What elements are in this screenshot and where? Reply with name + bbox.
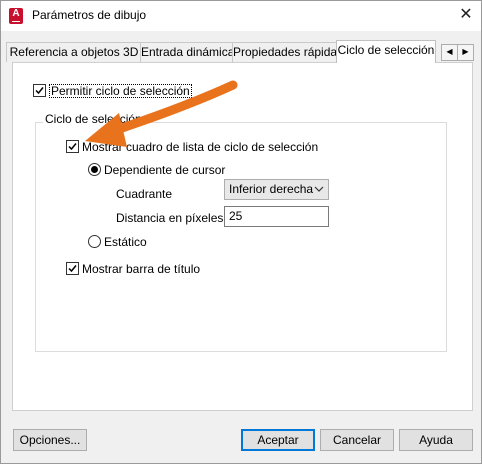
group-legend: Ciclo de selección xyxy=(43,112,144,126)
check-icon xyxy=(68,143,77,151)
cancel-button[interactable]: Cancelar xyxy=(320,429,394,451)
quadrant-value: Inferior derecha xyxy=(229,182,314,196)
check-icon xyxy=(35,87,44,95)
distance-value: 25 xyxy=(229,209,243,223)
tab-quick-properties[interactable]: Propiedades rápidas xyxy=(232,42,343,62)
show-list-box-label[interactable]: Mostrar cuadro de lista de ciclo de sele… xyxy=(82,140,318,154)
options-button[interactable]: Opciones... xyxy=(13,429,87,451)
show-title-bar-label[interactable]: Mostrar barra de título xyxy=(82,262,200,276)
window-title: Parámetros de dibujo xyxy=(32,8,147,22)
cursor-dependent-radio[interactable] xyxy=(88,163,101,176)
tab-scroll-left-button[interactable]: ◀ xyxy=(441,44,458,61)
check-icon xyxy=(68,265,77,273)
help-button[interactable]: Ayuda xyxy=(399,429,473,451)
tab-dynamic-input[interactable]: Entrada dinámica xyxy=(140,42,234,62)
accept-button[interactable]: Aceptar xyxy=(241,429,315,451)
chevron-down-icon xyxy=(314,186,324,192)
cursor-dependent-label[interactable]: Dependiente de cursor xyxy=(104,163,225,177)
allow-cycling-label[interactable]: Permitir ciclo de selección xyxy=(49,84,192,98)
static-label[interactable]: Estático xyxy=(104,235,147,249)
distance-input[interactable]: 25 xyxy=(224,206,329,227)
tab-selection-cycling[interactable]: Ciclo de selección xyxy=(336,40,436,63)
allow-cycling-checkbox[interactable] xyxy=(33,84,46,97)
static-radio[interactable] xyxy=(88,235,101,248)
tab-scroll-right-button[interactable]: ▶ xyxy=(457,44,474,61)
quadrant-label: Cuadrante xyxy=(116,187,173,201)
tab-3d-object-snap[interactable]: Referencia a objetos 3D xyxy=(6,42,142,62)
app-icon-letter: A xyxy=(12,8,20,19)
quadrant-select[interactable]: Inferior derecha xyxy=(224,179,329,200)
show-title-bar-checkbox[interactable] xyxy=(66,262,79,275)
distance-label: Distancia en píxeles xyxy=(116,211,224,225)
app-icon: A xyxy=(9,8,23,24)
show-list-box-checkbox[interactable] xyxy=(66,140,79,153)
close-button[interactable]: ✕ xyxy=(454,4,478,26)
